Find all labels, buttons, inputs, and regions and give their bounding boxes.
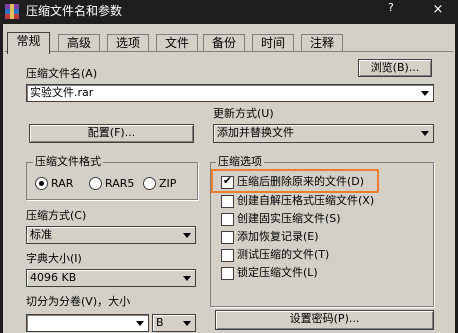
create-sfx-checkbox[interactable] — [221, 195, 234, 208]
format-radio-rar5[interactable] — [89, 177, 102, 190]
split-unit-value: B — [156, 316, 164, 329]
format-radio-rar[interactable] — [35, 177, 48, 190]
format-radio-zip[interactable] — [143, 177, 156, 190]
create-solid-checkbox[interactable] — [221, 213, 234, 226]
dialog-body: 常规 高级 选项 文件 备份 时间 注释 压缩文件名(A) 浏览(B)... 实… — [3, 24, 455, 333]
general-panel: 压缩文件名(A) 浏览(B)... 实验文件.rar 更新方式(U) 配置(F)… — [5, 51, 453, 333]
update-mode-label: 更新方式(U) — [213, 107, 274, 120]
format-radio-rar5-label: RAR5 — [105, 177, 135, 190]
tab-label: 常规 — [16, 34, 41, 48]
archive-name-input[interactable]: 实验文件.rar — [26, 84, 434, 102]
compression-method-select[interactable]: 标准 — [26, 226, 196, 244]
format-radio-rar-label: RAR — [51, 177, 74, 190]
tab-files[interactable]: 文件 — [156, 34, 198, 52]
compression-method-label: 压缩方式(C) — [26, 209, 87, 222]
tab-comment[interactable]: 注释 — [301, 34, 343, 52]
profiles-button[interactable]: 配置(F)... — [29, 124, 194, 143]
dictionary-size-label: 字典大小(I) — [26, 252, 82, 265]
split-size-input[interactable] — [26, 314, 149, 332]
tab-time[interactable]: 时间 — [252, 34, 294, 52]
update-mode-select[interactable]: 添加并替换文件 — [213, 124, 434, 143]
create-sfx-label: 创建自解压格式压缩文件(X) — [237, 194, 375, 207]
compression-method-value: 标准 — [30, 228, 52, 241]
highlight-box — [211, 169, 379, 193]
recovery-record-label: 添加恢复记录(E) — [237, 230, 319, 243]
test-archive-checkbox[interactable] — [221, 249, 234, 262]
tab-advanced[interactable]: 高级 — [58, 34, 100, 52]
tab-label: 高级 — [66, 36, 91, 50]
lock-archive-checkbox[interactable] — [221, 267, 234, 280]
set-password-button[interactable]: 设置密码(P)... — [215, 310, 434, 330]
browse-button[interactable]: 浏览(B)... — [358, 59, 432, 77]
set-password-button-label: 设置密码(P)... — [289, 312, 360, 325]
tab-label: 文件 — [164, 36, 189, 50]
dictionary-size-value: 4096 KB — [30, 271, 77, 284]
radio-selected-dot — [39, 181, 44, 186]
profiles-button-label: 配置(F)... — [87, 126, 136, 139]
winrar-icon — [5, 4, 19, 19]
tab-label: 备份 — [211, 36, 236, 50]
split-volumes-label: 切分为分卷(V)，大小 — [26, 295, 131, 308]
help-icon[interactable]: ? — [388, 1, 394, 14]
dropdown-arrow-icon — [421, 131, 429, 136]
tab-general[interactable]: 常规 — [7, 32, 50, 54]
update-mode-value: 添加并替换文件 — [217, 126, 294, 139]
dropdown-arrow-icon — [183, 321, 191, 326]
window-title: 压缩文件名和参数 — [26, 4, 123, 18]
format-radio-zip-label: ZIP — [159, 177, 177, 190]
dropdown-arrow-icon — [183, 233, 191, 238]
title-bar: 压缩文件名和参数 ? × — [0, 0, 458, 24]
recovery-record-checkbox[interactable] — [221, 231, 234, 244]
tab-label: 注释 — [309, 36, 334, 50]
dropdown-arrow-icon — [136, 321, 144, 326]
browse-button-label: 浏览(B)... — [370, 61, 420, 74]
close-icon[interactable]: × — [430, 3, 446, 17]
test-archive-label: 测试压缩的文件(T) — [237, 248, 330, 261]
archive-name-label: 压缩文件名(A) — [26, 67, 98, 80]
dictionary-size-select[interactable]: 4096 KB — [26, 269, 196, 287]
lock-archive-label: 锁定压缩文件(L) — [237, 266, 318, 279]
create-solid-label: 创建固实压缩文件(S) — [237, 212, 341, 225]
split-unit-select[interactable]: B — [152, 314, 196, 332]
format-group-title: 压缩文件格式 — [33, 155, 103, 169]
tab-label: 选项 — [115, 36, 140, 50]
tab-label: 时间 — [260, 36, 285, 50]
tab-options[interactable]: 选项 — [107, 34, 149, 52]
options-group-title: 压缩选项 — [216, 155, 264, 169]
dropdown-arrow-icon — [183, 276, 191, 281]
archive-name-value: 实验文件.rar — [30, 86, 94, 99]
tab-backup[interactable]: 备份 — [203, 34, 245, 52]
dropdown-arrow-icon — [421, 91, 429, 96]
